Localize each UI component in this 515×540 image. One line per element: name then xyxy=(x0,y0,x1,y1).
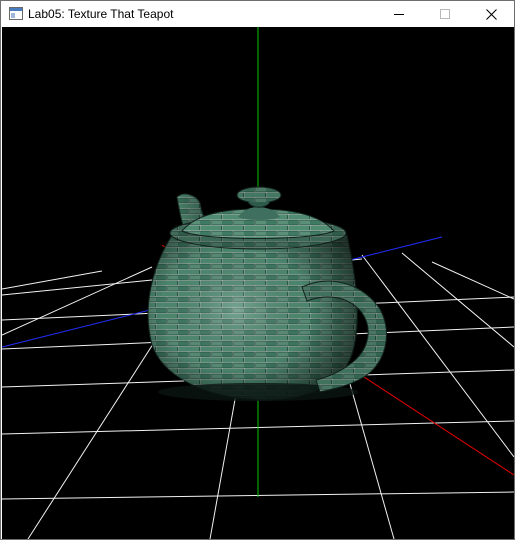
close-button[interactable] xyxy=(468,1,514,27)
title-bar[interactable]: Lab05: Texture That Teapot xyxy=(1,1,514,27)
minimize-icon xyxy=(394,14,404,15)
app-window-icon xyxy=(9,7,23,20)
close-icon xyxy=(485,8,497,20)
window-title: Lab05: Texture That Teapot xyxy=(28,7,174,21)
opengl-viewport[interactable] xyxy=(2,27,514,539)
minimize-button[interactable] xyxy=(376,1,422,27)
maximize-icon xyxy=(440,9,450,19)
scene-canvas xyxy=(2,27,514,539)
teapot xyxy=(147,186,387,401)
application-window: Lab05: Texture That Teapot xyxy=(0,0,515,540)
maximize-button[interactable] xyxy=(422,1,468,27)
